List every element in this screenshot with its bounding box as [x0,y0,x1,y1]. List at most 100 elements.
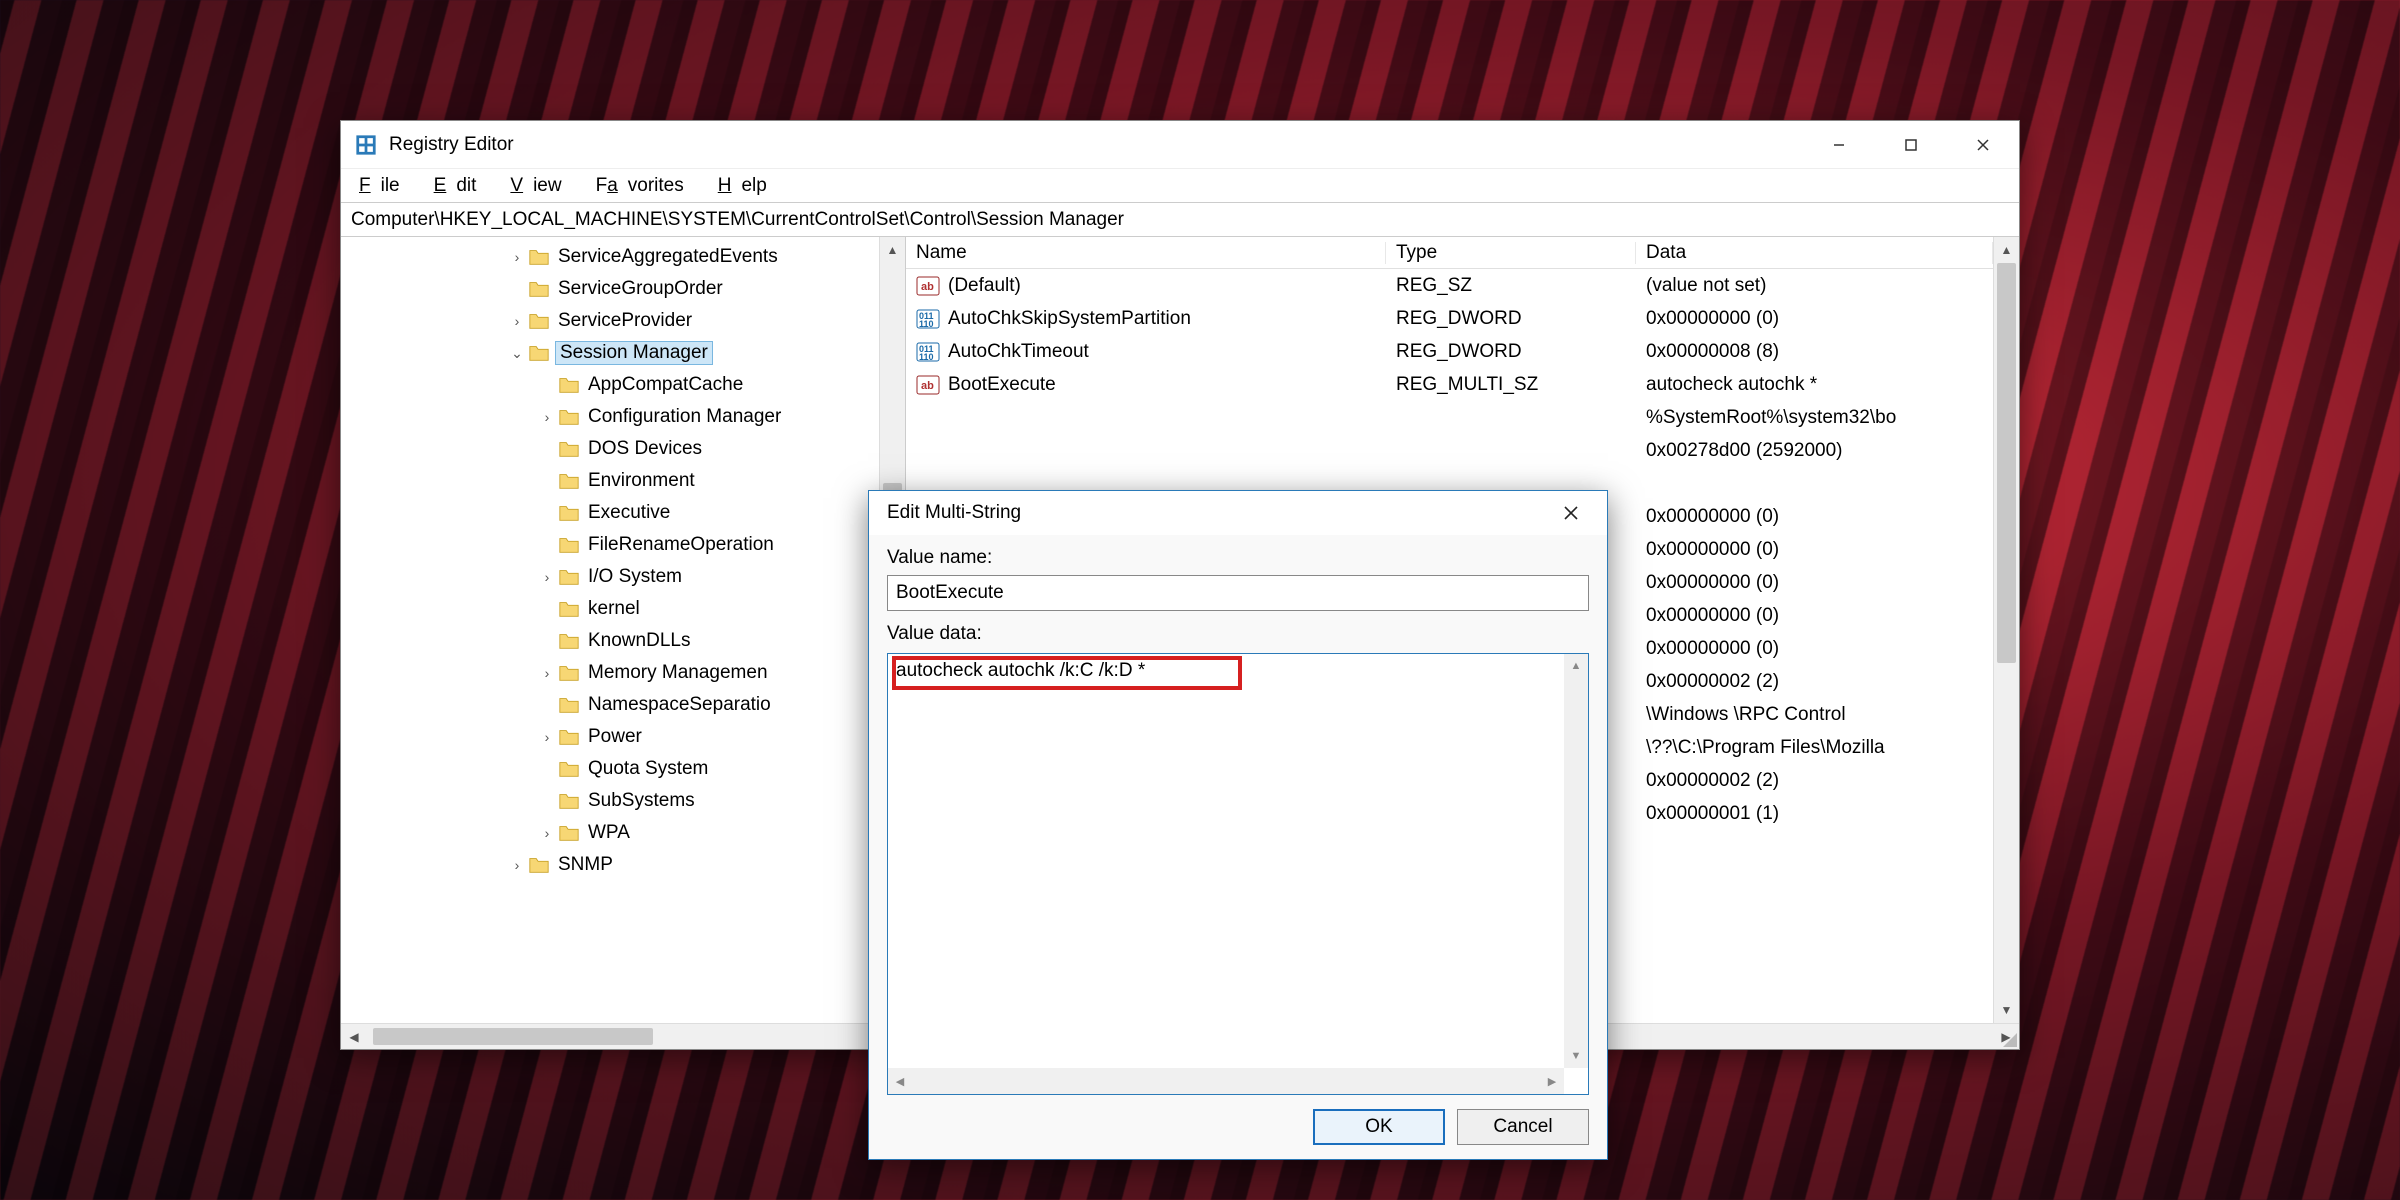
tree-item[interactable]: ·kernel [341,593,879,625]
tree-item[interactable]: ›Configuration Manager [341,401,879,433]
list-vertical-scrollbar[interactable]: ▲ ▼ [1993,237,2019,1023]
tree-item[interactable]: ·AppCompatCache [341,369,879,401]
dialog-title-bar[interactable]: Edit Multi-String [869,491,1607,535]
value-row[interactable]: ab(Default)REG_SZ(value not set) [906,269,1993,302]
value-data-cell: 0x00000002 (2) [1636,671,1993,693]
value-data-cell: 0x00000008 (8) [1636,341,1993,363]
folder-icon [558,662,580,684]
textarea-vertical-scrollbar[interactable]: ▲ ▼ [1564,654,1588,1068]
chevron-right-icon: · [536,633,558,649]
chevron-down-icon[interactable]: ⌄ [506,345,528,362]
value-row[interactable]: 011110AutoChkTimeoutREG_DWORD0x00000008 … [906,335,1993,368]
tree-item[interactable]: › Memory Managemen [341,657,879,689]
value-data-cell: %SystemRoot%\system32\bo [1636,407,1993,429]
tree-item[interactable]: ›ServiceProvider [341,305,879,337]
chevron-right-icon[interactable]: › [506,857,528,873]
value-row[interactable]: 0x00278d00 (2592000) [906,434,1993,467]
folder-icon [528,278,550,300]
address-path: Computer\HKEY_LOCAL_MACHINE\SYSTEM\Curre… [351,209,1124,231]
chevron-right-icon[interactable]: › [536,825,558,841]
title-bar[interactable]: Registry Editor [341,121,2019,169]
tree-item[interactable]: › SNMP [341,849,879,881]
scroll-left-icon[interactable]: ◀ [341,1030,367,1044]
close-button[interactable] [1947,121,2019,169]
chevron-right-icon: · [536,473,558,489]
value-data-input[interactable] [888,654,1588,1094]
tree-item[interactable]: · KnownDLLs [341,625,879,657]
value-name-input[interactable] [887,575,1589,611]
value-data-cell: \??\C:\Program Files\Mozilla [1636,737,1993,759]
menu-help[interactable]: Help [708,171,787,201]
value-row[interactable]: 011110AutoChkSkipSystemPartitionREG_DWOR… [906,302,1993,335]
chevron-right-icon[interactable]: › [536,409,558,425]
chevron-right-icon[interactable]: › [536,569,558,585]
regedit-icon [355,134,377,156]
tree-item[interactable]: ·SubSystems [341,785,879,817]
tree-item[interactable]: ·Environment [341,465,879,497]
tree-item[interactable]: ·NamespaceSeparatio [341,689,879,721]
chevron-right-icon[interactable]: › [536,665,558,681]
value-name-cell [906,406,1386,430]
chevron-right-icon: · [536,761,558,777]
address-bar[interactable]: Computer\HKEY_LOCAL_MACHINE\SYSTEM\Curre… [341,203,2019,237]
menu-edit[interactable]: Edit [424,171,497,201]
tree-item[interactable]: ›I/O System [341,561,879,593]
column-name[interactable]: Name [906,242,1386,264]
textarea-horizontal-scrollbar[interactable]: ◀ ▶ [888,1068,1564,1094]
scroll-right-icon[interactable]: ▶ [1540,1075,1564,1088]
key-tree[interactable]: › ServiceAggregatedEvents · ServiceGroupOrd… [341,237,879,1023]
chevron-right-icon[interactable]: › [506,249,528,265]
tree-item[interactable]: ·Quota System [341,753,879,785]
value-row[interactable]: %SystemRoot%\system32\bo [906,401,1993,434]
tree-item[interactable]: ·Executive [341,497,879,529]
menu-favorites[interactable]: Favorites [586,171,704,201]
tree-item-label: ServiceAggregatedEvents [556,246,780,268]
tree-item[interactable]: ·FileRenameOperation [341,529,879,561]
scroll-up-icon[interactable]: ▲ [1994,237,2019,263]
minimize-button[interactable] [1803,121,1875,169]
tree-item[interactable]: › ServiceAggregatedEvents [341,241,879,273]
tree-item[interactable]: ⌄ Session Manager [341,337,879,369]
scroll-thumb[interactable] [373,1028,653,1045]
menu-file[interactable]: File [349,171,420,201]
chevron-right-icon[interactable]: › [506,313,528,329]
svg-text:ab: ab [921,281,934,293]
ok-button[interactable]: OK [1313,1109,1445,1145]
tree-item-label: Memory Managemen [586,662,770,684]
chevron-right-icon[interactable]: › [536,729,558,745]
chevron-right-icon: · [536,377,558,393]
chevron-right-icon: · [506,281,528,297]
tree-item-label: KnownDLLs [586,630,692,652]
tree-item-label: Session Manager [556,342,712,364]
dialog-title: Edit Multi-String [887,502,1021,524]
tree-item-label: ServiceGroupOrder [556,278,725,300]
column-type[interactable]: Type [1386,242,1636,264]
menu-bar: File Edit View Favorites Help [341,169,2019,203]
tree-item[interactable]: ›WPA [341,817,879,849]
tree-item-label: SNMP [556,854,615,876]
scroll-up-icon[interactable]: ▲ [880,237,905,263]
tree-item[interactable]: · ServiceGroupOrder [341,273,879,305]
value-data-cell: 0x00000000 (0) [1636,572,1993,594]
cancel-button[interactable]: Cancel [1457,1109,1589,1145]
folder-icon [558,598,580,620]
maximize-button[interactable] [1875,121,1947,169]
value-data-cell: 0x00000000 (0) [1636,638,1993,660]
menu-view[interactable]: View [500,171,581,201]
resize-grip-icon[interactable] [2001,1031,2017,1047]
value-data-cell: 0x00000002 (2) [1636,770,1993,792]
value-data-area: ▲ ▼ ◀ ▶ [887,653,1589,1095]
app-title: Registry Editor [389,134,514,156]
scroll-thumb[interactable] [1997,263,2016,663]
scroll-down-icon[interactable]: ▼ [1571,1044,1582,1068]
scroll-down-icon[interactable]: ▼ [1994,997,2019,1023]
value-row[interactable]: abBootExecuteREG_MULTI_SZautocheck autoc… [906,368,1993,401]
column-data[interactable]: Data [1636,242,1993,264]
tree-item[interactable]: ·DOS Devices [341,433,879,465]
tree-item[interactable]: ›Power [341,721,879,753]
tree-horizontal-scrollbar[interactable]: ◀ ▶ [341,1023,905,1049]
folder-icon [558,374,580,396]
dialog-close-button[interactable] [1549,491,1593,535]
scroll-up-icon[interactable]: ▲ [1571,654,1582,678]
scroll-left-icon[interactable]: ◀ [888,1075,912,1088]
